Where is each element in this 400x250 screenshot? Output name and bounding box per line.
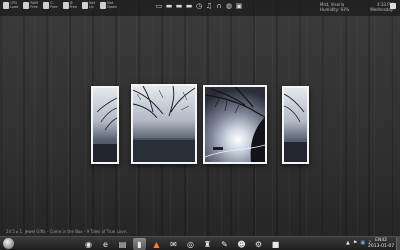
tree-photo-trunk bbox=[205, 87, 265, 162]
sysmon-value: Load bbox=[10, 5, 19, 9]
taskbar: ◉ e ▤ ▮ ▲ ✉ ◎ ♜ ✎ ☻ ⚙ ■ ▲ ⚑ ▣ ♪ EN42 2013-01-07 bbox=[0, 236, 400, 250]
ram-icon bbox=[23, 2, 30, 9]
photo-frame-2[interactable] bbox=[131, 84, 197, 164]
sysmon-item: CPU Load bbox=[3, 1, 18, 9]
firefox-icon[interactable]: ◉ bbox=[82, 238, 95, 250]
chat-icon[interactable]: ☻ bbox=[235, 238, 248, 250]
sysmon-item: RAM Free bbox=[23, 1, 38, 9]
ie-icon[interactable]: e bbox=[99, 238, 112, 250]
photo-frame-4[interactable] bbox=[282, 86, 309, 164]
show-desktop-button[interactable] bbox=[396, 237, 400, 250]
top-status-bar: CPU Load RAM Free C: Free D: Free Net Up Net Down ▭… bbox=[0, 0, 400, 16]
taskbar-clock[interactable]: EN42 2013-01-07 bbox=[368, 238, 394, 250]
net-icon bbox=[82, 2, 88, 9]
photo-frame-3[interactable] bbox=[203, 85, 267, 164]
tray-network-icon[interactable]: ▣ bbox=[360, 240, 365, 246]
tray-flag-icon[interactable]: ⚑ bbox=[353, 240, 357, 246]
weather-humidity: Humidity: 93% bbox=[320, 7, 350, 12]
weather-widget[interactable]: Mist, Viseria Humidity: 93% bbox=[320, 2, 349, 12]
box-icon[interactable]: ■ bbox=[269, 238, 282, 250]
music-player-icon[interactable]: ▮ bbox=[133, 238, 146, 250]
monitor-icon[interactable]: ▭ bbox=[155, 2, 163, 10]
sysmon-value: Free bbox=[50, 5, 58, 9]
clock-icon[interactable]: ◷ bbox=[195, 2, 203, 10]
folder-icon[interactable]: ▬ bbox=[185, 2, 193, 10]
folder-icon[interactable]: ▬ bbox=[175, 2, 183, 10]
disk-d-icon bbox=[62, 2, 69, 9]
start-button[interactable] bbox=[3, 238, 14, 249]
now-playing-text: 24:5 ▸ 1. Jewel Gifts - Come in the Box … bbox=[6, 229, 130, 234]
vlc-icon[interactable]: ▲ bbox=[150, 238, 163, 250]
tree-photo-branches bbox=[133, 86, 195, 162]
sysmon-item: Net Up bbox=[82, 1, 95, 9]
music-icon[interactable]: ♫ bbox=[205, 2, 213, 10]
sysmon-value: Down bbox=[107, 5, 118, 9]
headphones-icon[interactable]: ∩ bbox=[215, 2, 223, 10]
taskbar-clock-date: 2013-01-07 bbox=[368, 244, 395, 249]
top-menu-icon[interactable] bbox=[390, 3, 396, 9]
settings-icon[interactable]: ⚙ bbox=[252, 238, 265, 250]
sysmon-value: Up bbox=[89, 5, 94, 9]
sysmon-item: Net Down bbox=[100, 1, 117, 9]
disk-c-icon bbox=[43, 2, 50, 9]
explorer-icon[interactable]: ▤ bbox=[116, 238, 129, 250]
system-monitor: CPU Load RAM Free C: Free D: Free Net Up Net Down bbox=[3, 1, 117, 9]
sysmon-item: D: Free bbox=[62, 1, 77, 9]
folder-icon[interactable]: ▬ bbox=[165, 2, 173, 10]
mail-icon[interactable]: ✉ bbox=[167, 238, 180, 250]
cpu-icon bbox=[3, 2, 9, 9]
sysmon-item: C: Free bbox=[43, 1, 58, 9]
cd-icon[interactable]: ◎ bbox=[184, 238, 197, 250]
tools-icon[interactable]: ♜ bbox=[201, 238, 214, 250]
quick-launch-bar: ▭ ▬ ▬ ▬ ◷ ♫ ∩ ◍ ▣ bbox=[155, 2, 243, 10]
sysmon-value: Free bbox=[30, 5, 38, 9]
paint-icon[interactable]: ✎ bbox=[218, 238, 231, 250]
taskbar-apps: ◉ e ▤ ▮ ▲ ✉ ◎ ♜ ✎ ☻ ⚙ ■ bbox=[82, 238, 282, 250]
tree-photo-right bbox=[284, 88, 307, 162]
globe-icon[interactable]: ◍ bbox=[225, 2, 233, 10]
tray-arrow-icon[interactable]: ▲ bbox=[346, 240, 350, 246]
net-down-icon bbox=[100, 2, 107, 9]
sysmon-value: Free bbox=[69, 5, 77, 9]
image-icon[interactable]: ▣ bbox=[235, 2, 243, 10]
photo-frame-1[interactable] bbox=[91, 86, 119, 164]
tree-photo-left bbox=[93, 88, 117, 162]
